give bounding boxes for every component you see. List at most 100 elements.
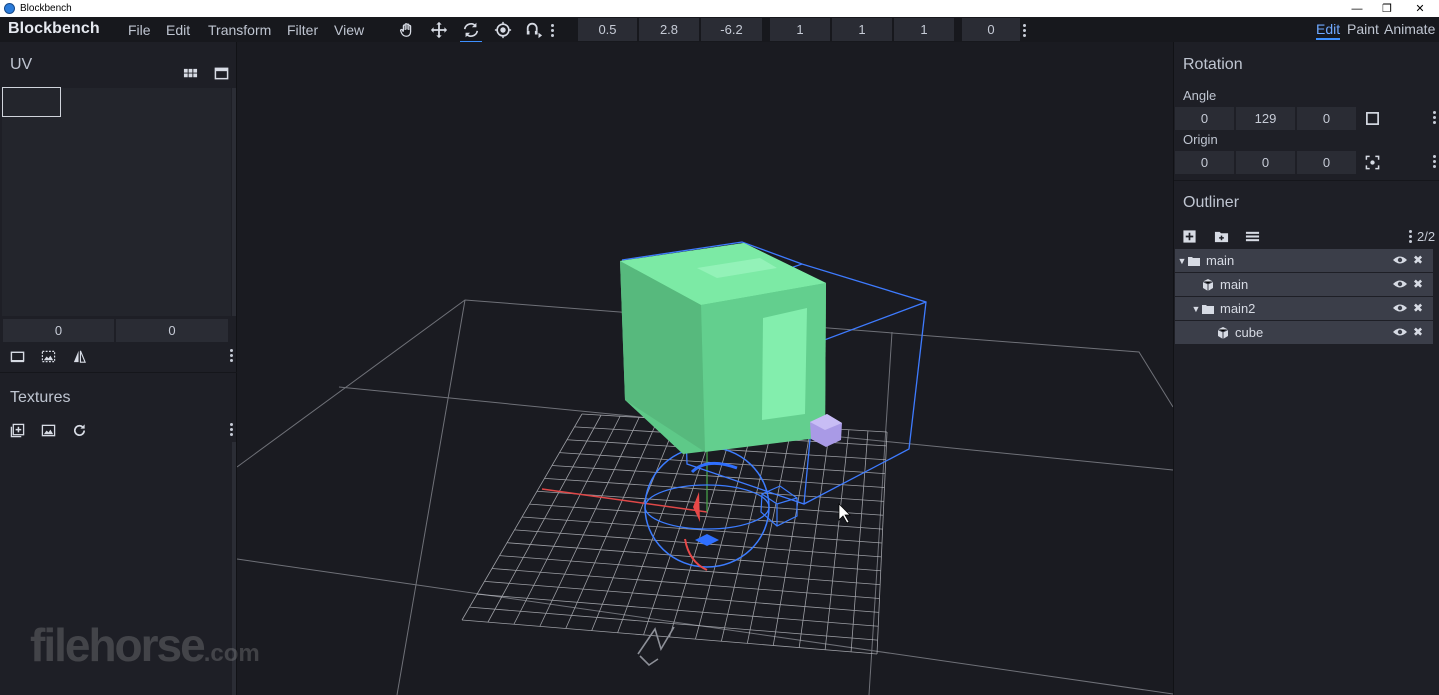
panel-divider <box>1174 180 1439 181</box>
grid-line <box>506 542 881 572</box>
position-y-input[interactable]: 2.8 <box>639 18 699 41</box>
uv-grid-button[interactable] <box>181 64 199 82</box>
rescale-toggle-button[interactable] <box>1363 109 1381 127</box>
uv-canvas[interactable] <box>2 88 231 316</box>
outliner-row[interactable]: ▼ main ✖ <box>1175 249 1433 272</box>
window-titlebar: Blockbench — ❐ ✕ <box>0 0 1439 17</box>
scale-y-input[interactable]: 1 <box>832 18 892 41</box>
delete-x-icon[interactable]: ✖ <box>1413 277 1423 291</box>
outliner-row[interactable]: ▼ main2 ✖ <box>1175 297 1433 320</box>
add-box-icon <box>1182 229 1196 243</box>
move-tool-button[interactable] <box>428 19 450 41</box>
rotate-tool-button[interactable] <box>460 19 482 43</box>
menu-filter[interactable]: Filter <box>287 22 318 38</box>
left-panel: UV 0 0 Textures <box>0 42 237 695</box>
uv-auto-button[interactable] <box>39 347 57 365</box>
green-cube[interactable] <box>620 243 826 454</box>
outliner-row[interactable]: main ✖ <box>1175 273 1433 296</box>
maximize-button[interactable]: ❐ <box>1372 0 1402 17</box>
delete-x-icon[interactable]: ✖ <box>1413 301 1423 315</box>
close-button[interactable]: ✕ <box>1405 0 1435 17</box>
hand-tool-button[interactable] <box>396 19 418 41</box>
expand-caret-icon[interactable]: ▼ <box>1177 256 1187 266</box>
menu-file[interactable]: File <box>128 22 151 38</box>
transform-more-icon[interactable] <box>1023 24 1027 39</box>
uv-more-icon[interactable] <box>230 349 234 364</box>
textures-panel-title: Textures <box>10 389 71 406</box>
add-texture-button[interactable] <box>8 421 26 439</box>
grid-line <box>476 593 879 627</box>
inflate-input[interactable]: 0 <box>962 18 1020 41</box>
watermark-suffix: .com <box>203 640 260 667</box>
uv-maximize-button[interactable] <box>212 64 230 82</box>
add-cube-button[interactable] <box>1180 227 1198 245</box>
mirror-icon <box>73 350 86 363</box>
window-title: Blockbench <box>20 3 72 14</box>
mode-paint-tab[interactable]: Paint <box>1347 21 1379 37</box>
list-icon <box>1245 231 1259 241</box>
hand-icon <box>400 23 412 37</box>
visibility-eye-icon[interactable] <box>1393 254 1407 266</box>
menu-transform[interactable]: Transform <box>208 22 271 38</box>
brand-logo: Blockbench <box>8 20 100 37</box>
tools-more-icon[interactable] <box>551 24 555 39</box>
rotation-panel-title: Rotation <box>1183 56 1243 73</box>
visibility-eye-icon[interactable] <box>1393 278 1407 290</box>
visibility-eye-icon[interactable] <box>1393 302 1407 314</box>
pivot-icon <box>494 21 512 39</box>
scale-z-input[interactable]: 1 <box>894 18 954 41</box>
grid-line <box>461 619 878 655</box>
uv-face-button[interactable] <box>8 347 26 365</box>
grid-line <box>491 568 880 599</box>
scale-x-input[interactable]: 1 <box>770 18 830 41</box>
outliner-more-icon[interactable] <box>1409 230 1413 245</box>
panel-divider <box>0 372 237 373</box>
menu-view[interactable]: View <box>334 22 364 38</box>
origin-x-input[interactable]: 0 <box>1175 151 1234 174</box>
position-x-input[interactable]: 0.5 <box>578 18 637 41</box>
add-group-button[interactable] <box>1212 227 1230 245</box>
uv-u-input[interactable]: 0 <box>3 319 114 342</box>
viewport-scene[interactable] <box>237 42 1173 695</box>
outliner-row[interactable]: cube ✖ <box>1175 321 1433 344</box>
expand-caret-icon[interactable]: ▼ <box>1191 304 1201 314</box>
origin-y-input[interactable]: 0 <box>1236 151 1295 174</box>
delete-x-icon[interactable]: ✖ <box>1413 253 1423 267</box>
textures-more-icon[interactable] <box>230 423 234 438</box>
angle-z-input[interactable]: 0 <box>1297 107 1356 130</box>
vertex-snap-tool-button[interactable] <box>523 19 545 41</box>
uv-mirror-button[interactable] <box>70 347 88 365</box>
grid-line <box>746 426 793 644</box>
watermark-text: filehorse <box>30 619 206 671</box>
x-axis-line <box>541 488 708 513</box>
grid-line <box>850 430 869 652</box>
minimize-button[interactable]: — <box>1342 0 1372 17</box>
reload-textures-button[interactable] <box>70 421 88 439</box>
pivot-tool-button[interactable] <box>492 19 514 41</box>
grid-line <box>484 580 879 613</box>
origin-to-geometry-button[interactable] <box>1363 153 1381 171</box>
mode-edit-tab[interactable]: Edit <box>1316 21 1341 40</box>
angle-x-input[interactable]: 0 <box>1175 107 1234 130</box>
uv-selection-box[interactable] <box>2 87 61 117</box>
angle-more-icon[interactable] <box>1433 111 1437 126</box>
folder-add-icon <box>1214 231 1228 242</box>
origin-z-input[interactable]: 0 <box>1297 151 1356 174</box>
window-maximize-icon <box>214 67 228 79</box>
visibility-eye-icon[interactable] <box>1393 326 1407 338</box>
import-texture-button[interactable] <box>39 421 57 439</box>
grid-line <box>798 428 831 648</box>
move-icon <box>430 21 448 39</box>
position-z-input[interactable]: -6.2 <box>701 18 762 41</box>
delete-x-icon[interactable]: ✖ <box>1413 325 1423 339</box>
uv-v-input[interactable]: 0 <box>116 319 228 342</box>
refresh-icon <box>73 423 85 436</box>
menu-edit[interactable]: Edit <box>166 22 190 38</box>
collapse-groups-button[interactable] <box>1243 227 1261 245</box>
origin-more-icon[interactable] <box>1433 155 1437 170</box>
outliner-panel-title: Outliner <box>1183 194 1240 211</box>
angle-y-input[interactable]: 129 <box>1236 107 1295 130</box>
uv-scrollbar[interactable] <box>232 88 236 316</box>
mode-animate-tab[interactable]: Animate <box>1384 21 1435 37</box>
3d-viewport[interactable] <box>237 42 1173 695</box>
